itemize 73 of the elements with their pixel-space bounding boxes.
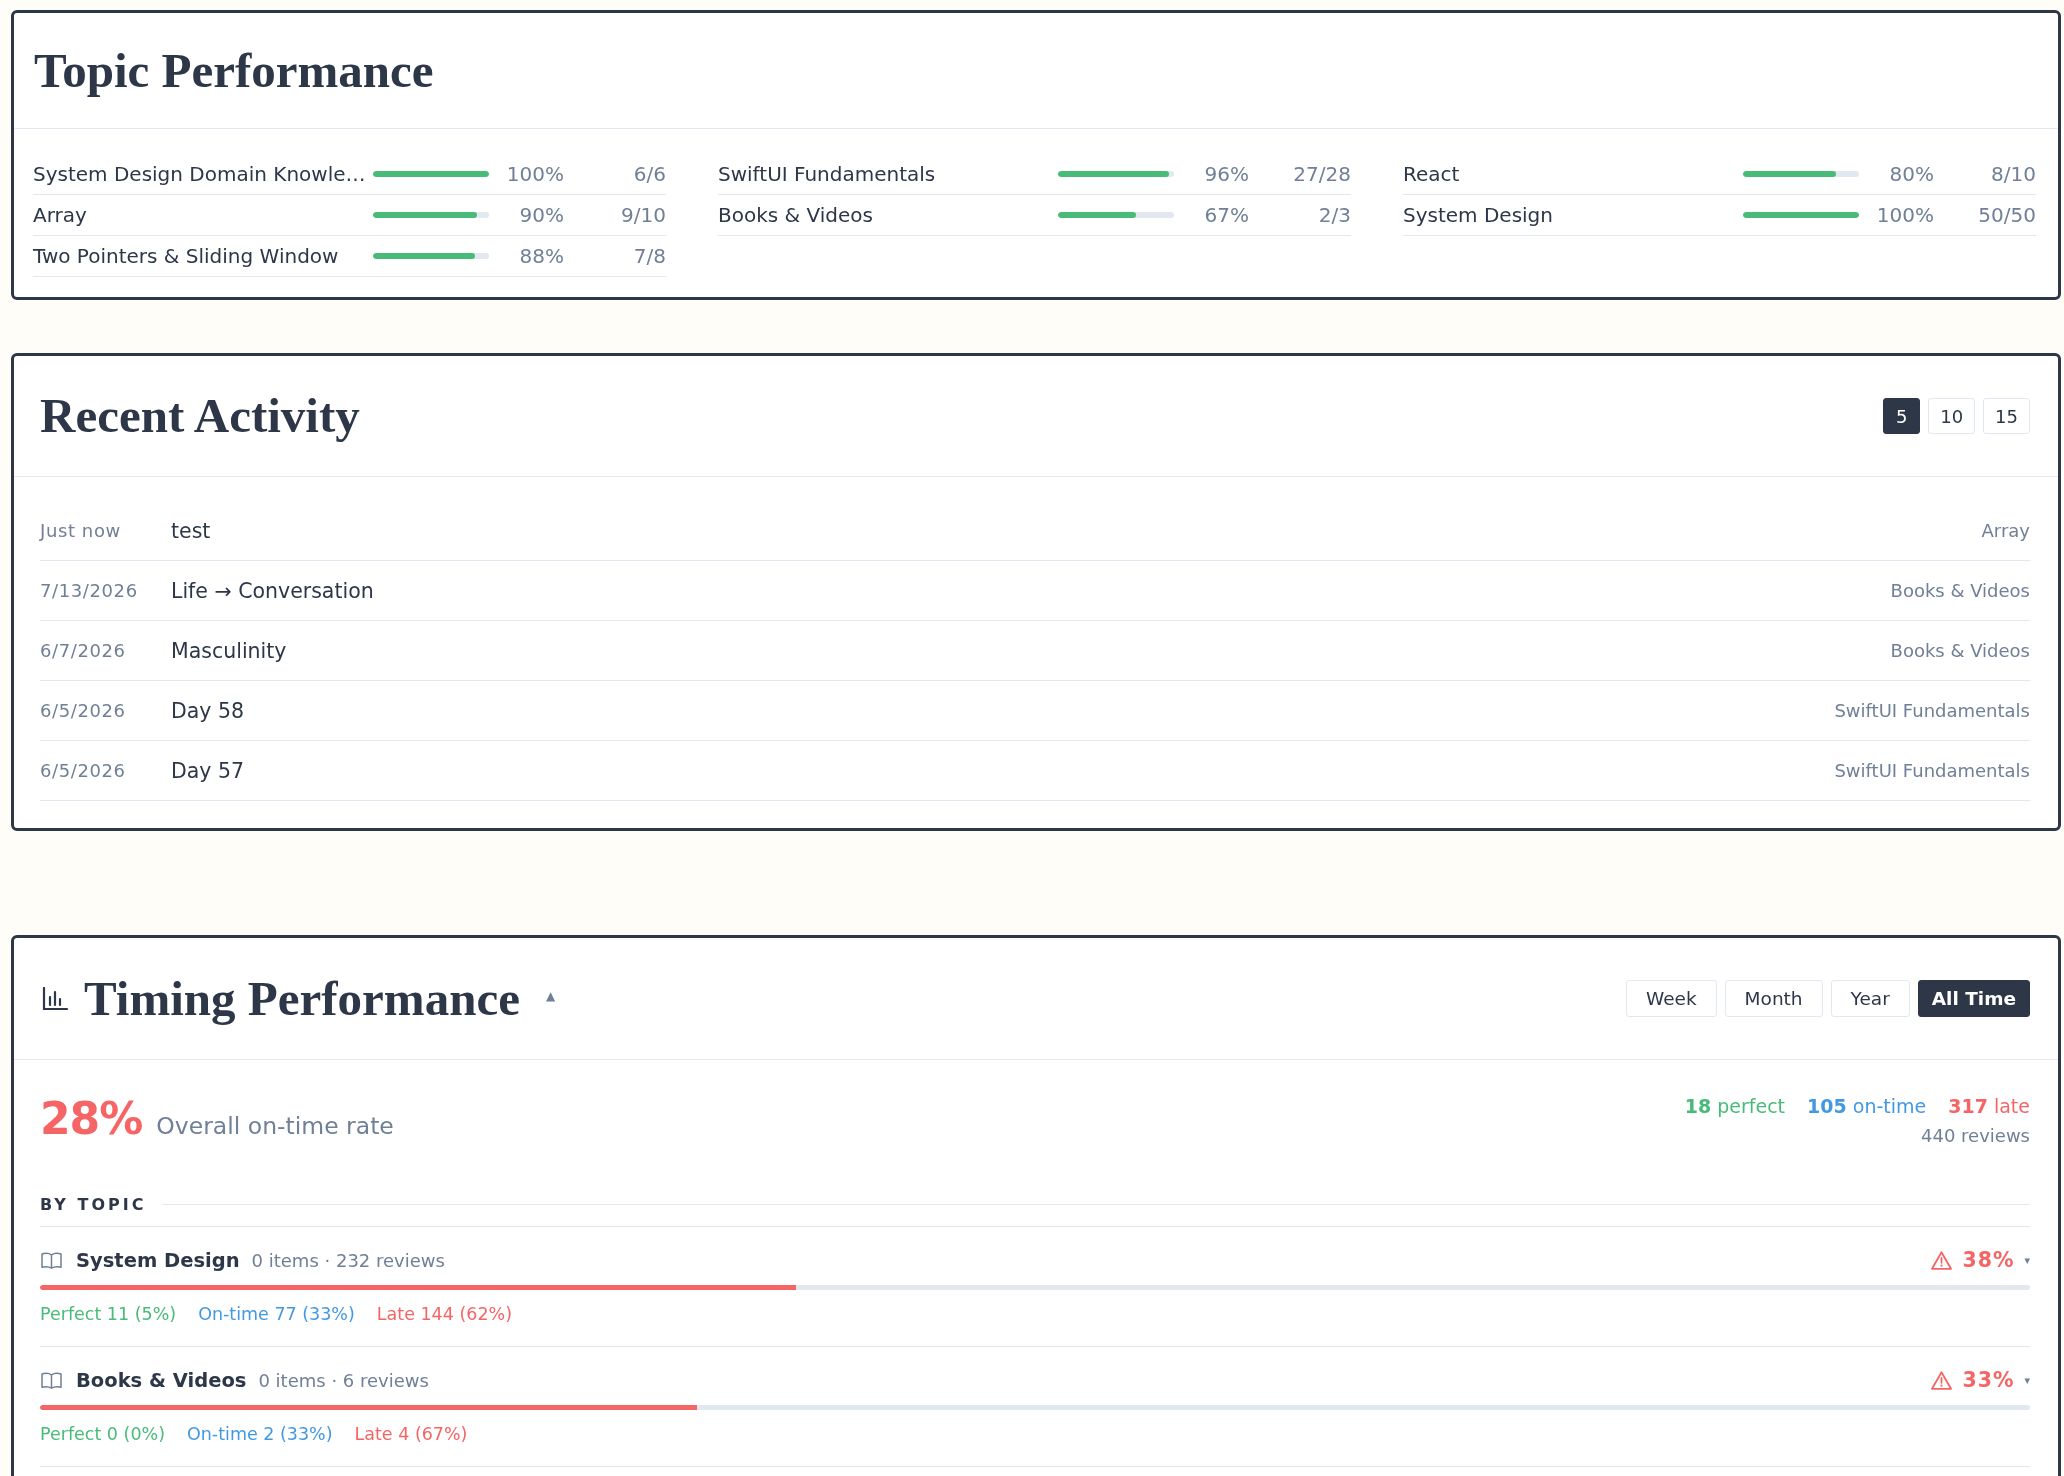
- rate-label: Overall on-time rate: [156, 1112, 394, 1140]
- activity-topic: SwiftUI Fundamentals: [1834, 700, 2030, 721]
- summary-stat: 18 perfect: [1684, 1094, 1786, 1119]
- section-title: Timing Performance: [84, 969, 520, 1028]
- count-text: 9/10: [621, 203, 666, 227]
- breakdown-stat: Late 4 (67%): [354, 1423, 468, 1446]
- breakdown-stat: Perfect 11 (5%): [40, 1303, 177, 1326]
- count-text: 50/50: [1978, 203, 2036, 227]
- topic-name: System Design: [76, 1248, 240, 1272]
- activity-date: 7/13/2026: [40, 580, 138, 601]
- page-size-button[interactable]: 15: [1983, 398, 2030, 434]
- section-title: Recent Activity: [40, 387, 360, 445]
- topic-name: System Design: [1403, 203, 1553, 227]
- activity-title: test: [171, 518, 211, 543]
- page-size-button[interactable]: 10: [1928, 398, 1976, 434]
- topic-name: Array: [33, 203, 87, 227]
- range-tab[interactable]: Month: [1724, 980, 1823, 1017]
- breakdown-stat: On-time 2 (33%): [187, 1423, 333, 1446]
- count-text: 27/28: [1293, 162, 1351, 186]
- review-count: 440 reviews: [1921, 1124, 2030, 1148]
- activity-topic: Array: [1981, 520, 2030, 541]
- activity-title: Masculinity: [171, 638, 287, 663]
- activity-title: Day 57: [171, 758, 245, 783]
- activity-topic: SwiftUI Fundamentals: [1834, 760, 2030, 781]
- topic-name: Two Pointers & Sliding Window: [33, 244, 339, 268]
- topic-name: Books & Videos: [76, 1368, 247, 1392]
- activity-topic: Books & Videos: [1890, 640, 2030, 661]
- rate-text: 33%: [1962, 1368, 2015, 1392]
- range-tab[interactable]: Week: [1625, 980, 1717, 1017]
- activity-date: 6/5/2026: [40, 760, 126, 781]
- percent-text: 90%: [519, 203, 564, 227]
- rate-text: 38%: [1962, 1248, 2015, 1272]
- percent-text: 67%: [1204, 203, 1249, 227]
- topic-name: React: [1403, 162, 1460, 186]
- percent-text: 96%: [1204, 162, 1249, 186]
- section-title: Topic Performance: [34, 41, 434, 100]
- warning-icon: [1931, 1250, 1953, 1270]
- percent-text: 88%: [519, 244, 564, 268]
- topic-name: Books & Videos: [718, 203, 873, 227]
- breakdown-stat: Late 144 (62%): [376, 1303, 512, 1326]
- activity-topic: Books & Videos: [1890, 580, 2030, 601]
- activity-title: Life → Conversation: [171, 578, 374, 603]
- count-text: 6/6: [633, 162, 666, 186]
- topic-name: System Design Domain Knowle…: [33, 162, 366, 186]
- topic-name: SwiftUI Fundamentals: [718, 162, 936, 186]
- expand-toggle[interactable]: ▾: [2024, 1253, 2030, 1267]
- count-text: 7/8: [633, 244, 666, 268]
- collapse-toggle[interactable]: ▲: [545, 988, 556, 1003]
- activity-date: 6/5/2026: [40, 700, 126, 721]
- breakdown-stat: Perfect 0 (0%): [40, 1423, 165, 1446]
- book-icon: [41, 1251, 62, 1269]
- summary-stat: 317 late: [1948, 1094, 2030, 1119]
- section-label: BY TOPIC: [40, 1194, 147, 1214]
- bar-chart-icon: [42, 986, 68, 1011]
- book-icon: [41, 1371, 62, 1389]
- activity-date: 6/7/2026: [40, 640, 126, 661]
- count-text: 8/10: [1991, 162, 2036, 186]
- activity-date: Just now: [40, 520, 121, 541]
- range-tab[interactable]: All Time: [1917, 980, 2030, 1017]
- topic-meta: 0 items · 6 reviews: [258, 1369, 429, 1391]
- warning-icon: [1931, 1370, 1953, 1390]
- page-size-button[interactable]: 5: [1883, 398, 1921, 434]
- percent-text: 100%: [506, 162, 564, 186]
- activity-title: Day 58: [171, 698, 245, 723]
- breakdown-stat: On-time 77 (33%): [198, 1303, 355, 1326]
- on-time-rate: 28%: [40, 1092, 143, 1146]
- summary-stat: 105 on-time: [1807, 1094, 1927, 1119]
- topic-meta: 0 items · 232 reviews: [251, 1249, 445, 1271]
- range-tab[interactable]: Year: [1830, 980, 1910, 1017]
- count-text: 2/3: [1318, 203, 1351, 227]
- percent-text: 80%: [1889, 162, 1934, 186]
- percent-text: 100%: [1876, 203, 1934, 227]
- expand-toggle[interactable]: ▾: [2024, 1373, 2030, 1387]
